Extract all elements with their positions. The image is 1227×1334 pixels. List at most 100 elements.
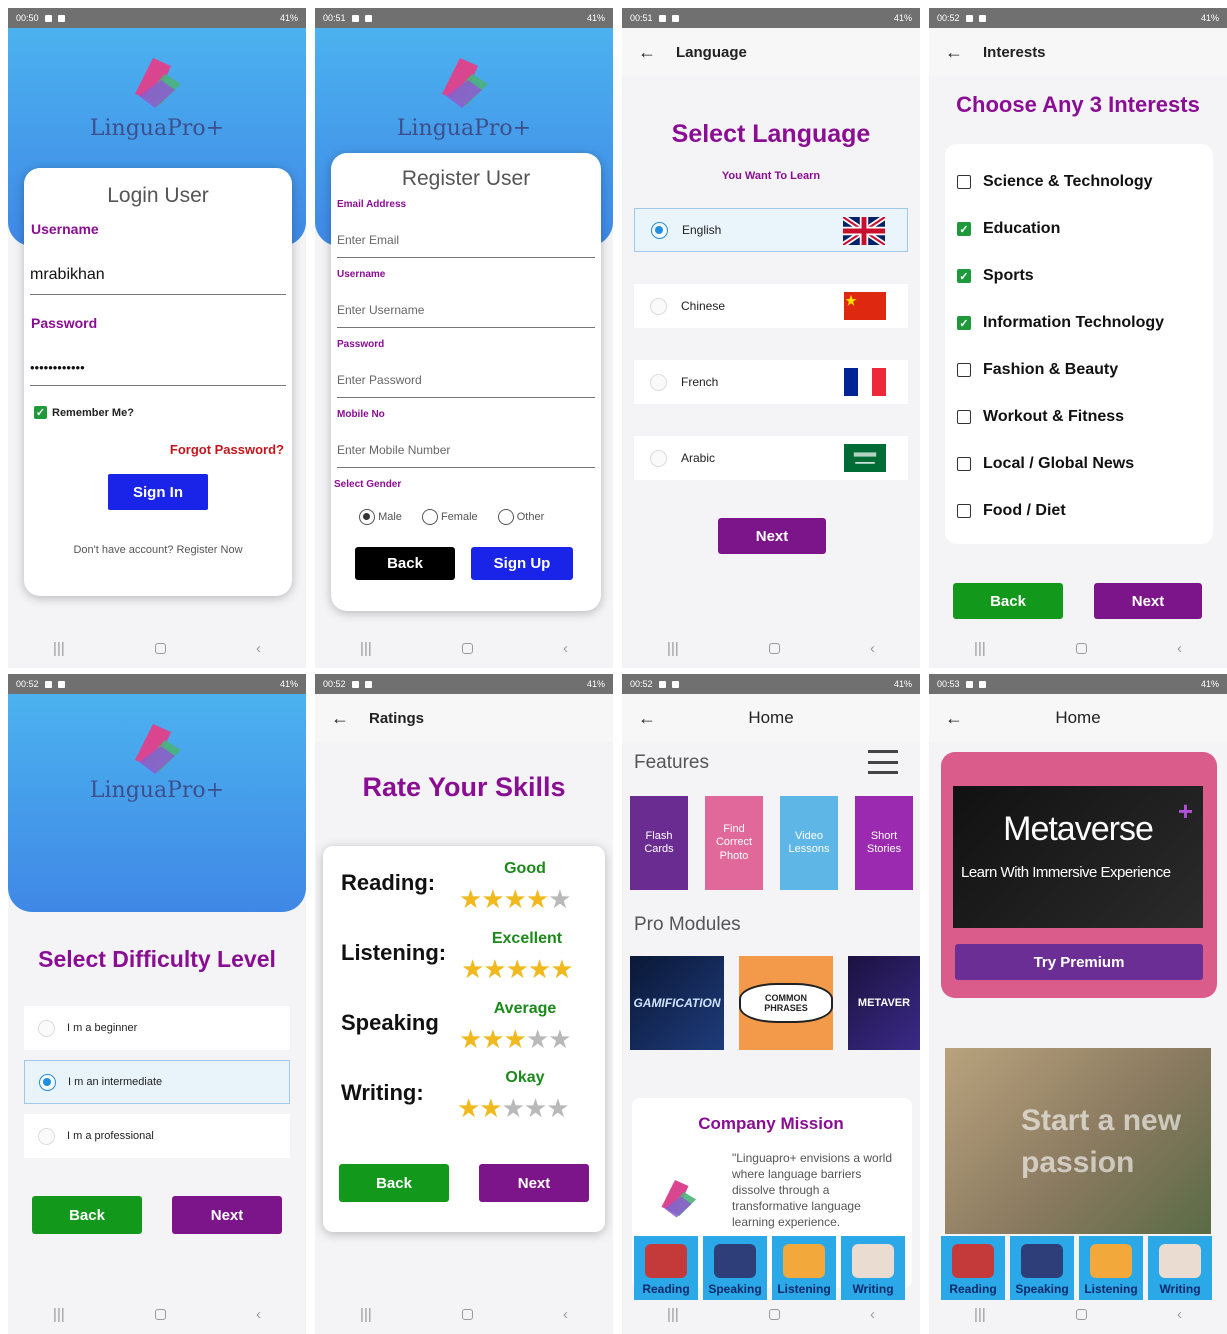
star-rating[interactable]: ★★★★★	[459, 1024, 572, 1055]
menu-icon[interactable]	[868, 750, 898, 774]
sign-up-button[interactable]: Sign Up	[471, 547, 573, 580]
username-field[interactable]: Enter Username	[337, 303, 595, 328]
interest-item[interactable]: Local / Global News	[957, 455, 1134, 473]
recents-icon[interactable]: |||	[360, 1306, 372, 1323]
module-metaverse[interactable]: METAVER	[848, 956, 920, 1050]
back-button[interactable]: Back	[32, 1196, 142, 1234]
register-card: Register User Email Address Enter Email …	[331, 153, 601, 611]
recents-icon[interactable]: |||	[667, 1306, 679, 1323]
books-icon	[645, 1244, 687, 1278]
uk-flag-icon	[843, 217, 885, 245]
home-icon[interactable]	[1075, 1308, 1087, 1320]
email-field[interactable]: Enter Email	[337, 233, 595, 258]
recents-icon[interactable]: |||	[974, 1306, 986, 1323]
passion-banner[interactable]: Start a new passion	[945, 1048, 1211, 1234]
interest-item[interactable]: Fashion & Beauty	[957, 361, 1118, 379]
interest-label: Local / Global News	[983, 455, 1135, 472]
back-icon[interactable]: ‹	[256, 640, 261, 657]
difficulty-beginner[interactable]: I m a beginner	[24, 1006, 290, 1050]
star-rating[interactable]: ★★★★★	[461, 954, 574, 985]
next-button[interactable]: Next	[172, 1196, 282, 1234]
star-rating[interactable]: ★★★★★	[459, 884, 572, 915]
metaverse-banner[interactable]: Metaverse Learn With Immersive Experienc…	[953, 786, 1203, 928]
next-button[interactable]: Next	[479, 1164, 589, 1202]
feature-flash-cards[interactable]: Flash Cards	[630, 796, 688, 890]
saudi-flag-icon	[844, 444, 886, 472]
home-icon[interactable]	[461, 642, 473, 654]
star-rating[interactable]: ★★★★★	[457, 1093, 570, 1124]
password-field[interactable]: ••••••••••••	[30, 360, 286, 386]
tab-reading[interactable]: Reading	[634, 1236, 698, 1300]
register-title: Register User	[401, 167, 531, 190]
arrow-back-icon[interactable]: ←	[331, 708, 349, 729]
recents-icon[interactable]: |||	[974, 640, 986, 657]
recents-icon[interactable]: |||	[53, 1306, 65, 1323]
arrow-back-icon[interactable]: ←	[945, 708, 963, 729]
tab-speaking[interactable]: Speaking	[703, 1236, 767, 1300]
app-name: LinguaPro+	[89, 778, 225, 803]
gender-male[interactable]: Male	[359, 509, 402, 525]
sign-in-button[interactable]: Sign In	[108, 474, 208, 510]
home-icon[interactable]	[768, 1308, 780, 1320]
difficulty-professional[interactable]: I m a professional	[24, 1114, 290, 1158]
feature-video-lessons[interactable]: Video Lessons	[780, 796, 838, 890]
page-title: Select Language	[671, 120, 871, 148]
top-bar-title: Language	[676, 43, 747, 61]
back-button[interactable]: Back	[953, 583, 1063, 619]
back-icon[interactable]: ‹	[256, 1306, 261, 1323]
register-link[interactable]: Don't have account? Register Now	[24, 544, 292, 556]
remember-me[interactable]: ✓ Remember Me?	[34, 406, 134, 419]
tab-writing[interactable]: Writing	[841, 1236, 905, 1300]
interest-item[interactable]: ✓ Education	[957, 220, 1060, 238]
home-icon[interactable]	[154, 1308, 166, 1320]
writing-hand-icon	[1159, 1244, 1201, 1278]
back-button[interactable]: Back	[355, 547, 455, 580]
tab-listening[interactable]: Listening	[772, 1236, 836, 1300]
language-option-arabic[interactable]: Arabic	[634, 436, 908, 480]
gender-other[interactable]: Other	[497, 509, 544, 525]
feature-short-stories[interactable]: Short Stories	[855, 796, 913, 890]
interest-item[interactable]: Food / Diet	[957, 502, 1066, 520]
login-screen: 00:50 41% LinguaPro+ Login User Username …	[8, 8, 306, 668]
home-icon[interactable]	[768, 642, 780, 654]
interest-item[interactable]: ✓ Information Technology	[957, 314, 1164, 332]
mobile-field[interactable]: Enter Mobile Number	[337, 443, 595, 468]
module-gamification[interactable]: GAMIFICATION	[630, 956, 724, 1050]
language-option-french[interactable]: French	[634, 360, 908, 404]
next-button[interactable]: Next	[1094, 583, 1202, 619]
password-field[interactable]: Enter Password	[337, 373, 595, 398]
back-icon[interactable]: ‹	[563, 640, 568, 657]
arrow-back-icon[interactable]: ←	[638, 42, 656, 63]
tab-writing[interactable]: Writing	[1148, 1236, 1212, 1300]
back-icon[interactable]: ‹	[1177, 640, 1182, 657]
forgot-password-link[interactable]: Forgot Password?	[170, 442, 284, 457]
interest-item[interactable]: ✓ Sports	[957, 267, 1034, 285]
gender-female[interactable]: Female	[421, 509, 478, 525]
language-option-chinese[interactable]: Chinese	[634, 284, 908, 328]
arrow-back-icon[interactable]: ←	[638, 708, 656, 729]
back-icon[interactable]: ‹	[870, 1306, 875, 1323]
recents-icon[interactable]: |||	[53, 640, 65, 657]
language-option-english[interactable]: English	[634, 208, 908, 252]
home-icon[interactable]	[461, 1308, 473, 1320]
home-icon[interactable]	[1075, 642, 1087, 654]
arrow-back-icon[interactable]: ←	[945, 42, 963, 63]
recents-icon[interactable]: |||	[667, 640, 679, 657]
tab-reading[interactable]: Reading	[941, 1236, 1005, 1300]
difficulty-intermediate[interactable]: I m an intermediate	[24, 1060, 290, 1104]
tab-listening[interactable]: Listening	[1079, 1236, 1143, 1300]
next-button[interactable]: Next	[718, 518, 826, 554]
module-common-phrases[interactable]: COMMON PHRASES	[739, 956, 833, 1050]
back-button[interactable]: Back	[339, 1164, 449, 1202]
back-icon[interactable]: ‹	[563, 1306, 568, 1323]
try-premium-button[interactable]: Try Premium	[955, 944, 1203, 980]
tab-speaking[interactable]: Speaking	[1010, 1236, 1074, 1300]
username-field[interactable]: mrabikhan	[30, 266, 286, 295]
back-icon[interactable]: ‹	[870, 640, 875, 657]
back-icon[interactable]: ‹	[1177, 1306, 1182, 1323]
home-icon[interactable]	[154, 642, 166, 654]
feature-find-photo[interactable]: Find Correct Photo	[705, 796, 763, 890]
interest-item[interactable]: Science & Technology	[957, 173, 1153, 191]
recents-icon[interactable]: |||	[360, 640, 372, 657]
interest-item[interactable]: Workout & Fitness	[957, 408, 1124, 426]
